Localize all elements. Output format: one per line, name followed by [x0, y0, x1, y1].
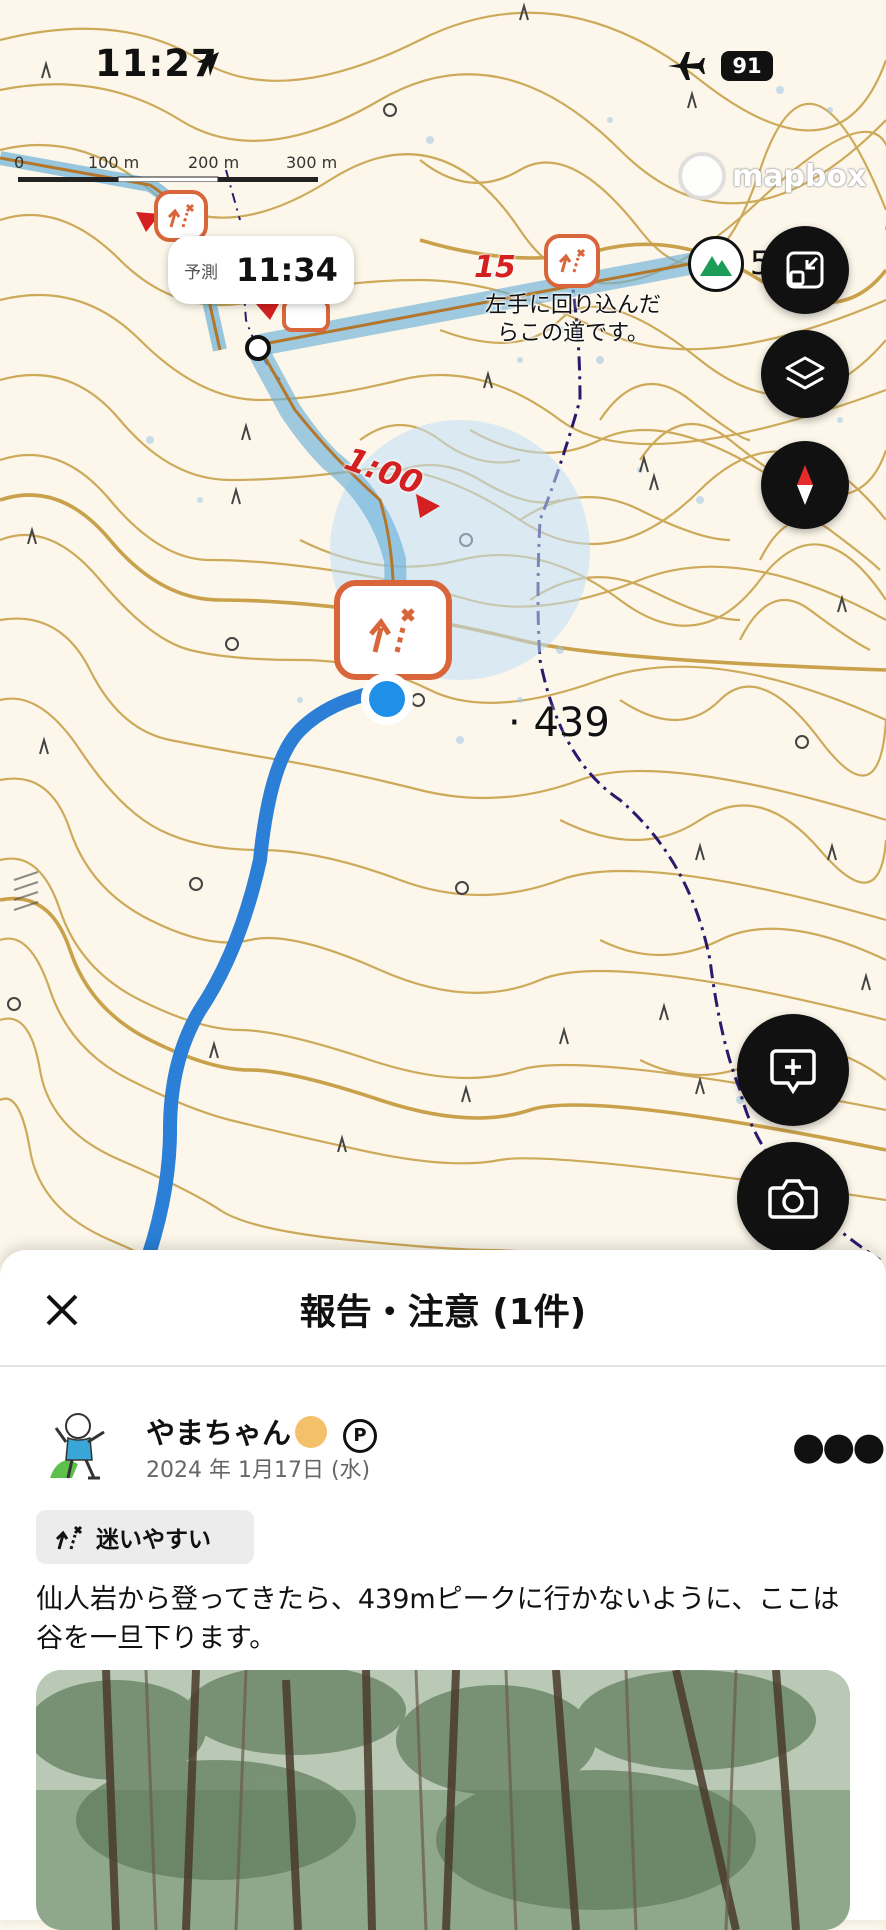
layers-icon [785, 356, 825, 390]
tag-label: 迷いやすい [96, 1527, 211, 1553]
scale-label-100: 100 m [88, 153, 140, 172]
fit-route-button[interactable] [761, 226, 849, 314]
user-name[interactable]: やまちゃん P [146, 1410, 378, 1453]
route-note-line2: らこの道です。 [497, 320, 649, 346]
mapbox-attribution[interactable]: mapbox [678, 152, 866, 200]
route-note[interactable]: 左手に回り込んだ らこの道です。 [458, 292, 688, 347]
forest-photo [36, 1670, 850, 1930]
scale-label-200: 200 m [188, 153, 240, 172]
scale-label-300: 300 m [286, 153, 338, 172]
summit-badge[interactable] [688, 236, 744, 292]
lost-path-icon [55, 1525, 83, 1550]
report-text: 仙人岩から登ってきたら、439mピークに行かないように、ここは谷を一旦下ります。 [36, 1584, 840, 1655]
map-view[interactable]: 11:27 91 0 100 m 200 m 300 m mapbox 予測 1… [0, 0, 886, 1280]
add-comment-icon [770, 1049, 816, 1095]
elevation-dot: · [508, 700, 534, 746]
elevation-value: 439 [533, 700, 610, 746]
lost-path-icon [558, 248, 586, 273]
panel-header: 報告・注意 (1件) [0, 1250, 886, 1367]
premium-badge-icon: P [343, 1419, 378, 1453]
avatar[interactable] [48, 1408, 120, 1484]
compass-button[interactable] [761, 441, 849, 529]
collapse-icon [786, 251, 824, 289]
camera-icon [768, 1179, 818, 1219]
report-tag: 迷いやすい [36, 1510, 254, 1564]
lost-path-icon [167, 203, 195, 228]
scale-bar [18, 176, 318, 182]
elevation-label: · 439 [508, 700, 610, 746]
warning-marker-small[interactable] [544, 234, 600, 288]
report-photo[interactable] [36, 1670, 850, 1930]
battery-indicator: 91 [721, 51, 773, 81]
compass-icon [797, 465, 813, 505]
panel-title: 報告・注意 (1件) [299, 1292, 587, 1333]
predict-label: 予測 [184, 262, 218, 283]
scale-label-0: 0 [14, 153, 25, 172]
location-arrow-icon [197, 52, 219, 76]
warning-marker-selected[interactable] [334, 580, 452, 680]
predicted-time-bubble[interactable]: 予測 11:34 [168, 236, 354, 304]
report-panel: 報告・注意 (1件) やまちゃん P 2024 年 1月17日 (水) ●●● 迷… [0, 1250, 886, 1930]
add-report-button[interactable] [737, 1014, 849, 1126]
report-date: 2024 年 1月17日 (水) [146, 1458, 371, 1483]
layers-button[interactable] [761, 330, 849, 418]
predict-time: 11:34 [236, 251, 338, 289]
mapbox-text: mapbox [732, 158, 867, 194]
camera-button[interactable] [737, 1142, 849, 1254]
current-location-icon [361, 673, 413, 725]
more-options-icon[interactable]: ●●● [792, 1427, 886, 1465]
lost-path-icon [369, 608, 415, 653]
mapbox-logo-icon [678, 152, 726, 200]
mountain-icon [700, 256, 732, 276]
warning-marker-small[interactable] [154, 190, 208, 242]
face-emoji-icon [295, 1416, 328, 1448]
airplane-icon [668, 52, 705, 80]
segment-count-label: 15 [474, 250, 516, 285]
route-note-line1: 左手に回り込んだ [484, 293, 661, 318]
user-name-text: やまちゃん [146, 1416, 292, 1450]
